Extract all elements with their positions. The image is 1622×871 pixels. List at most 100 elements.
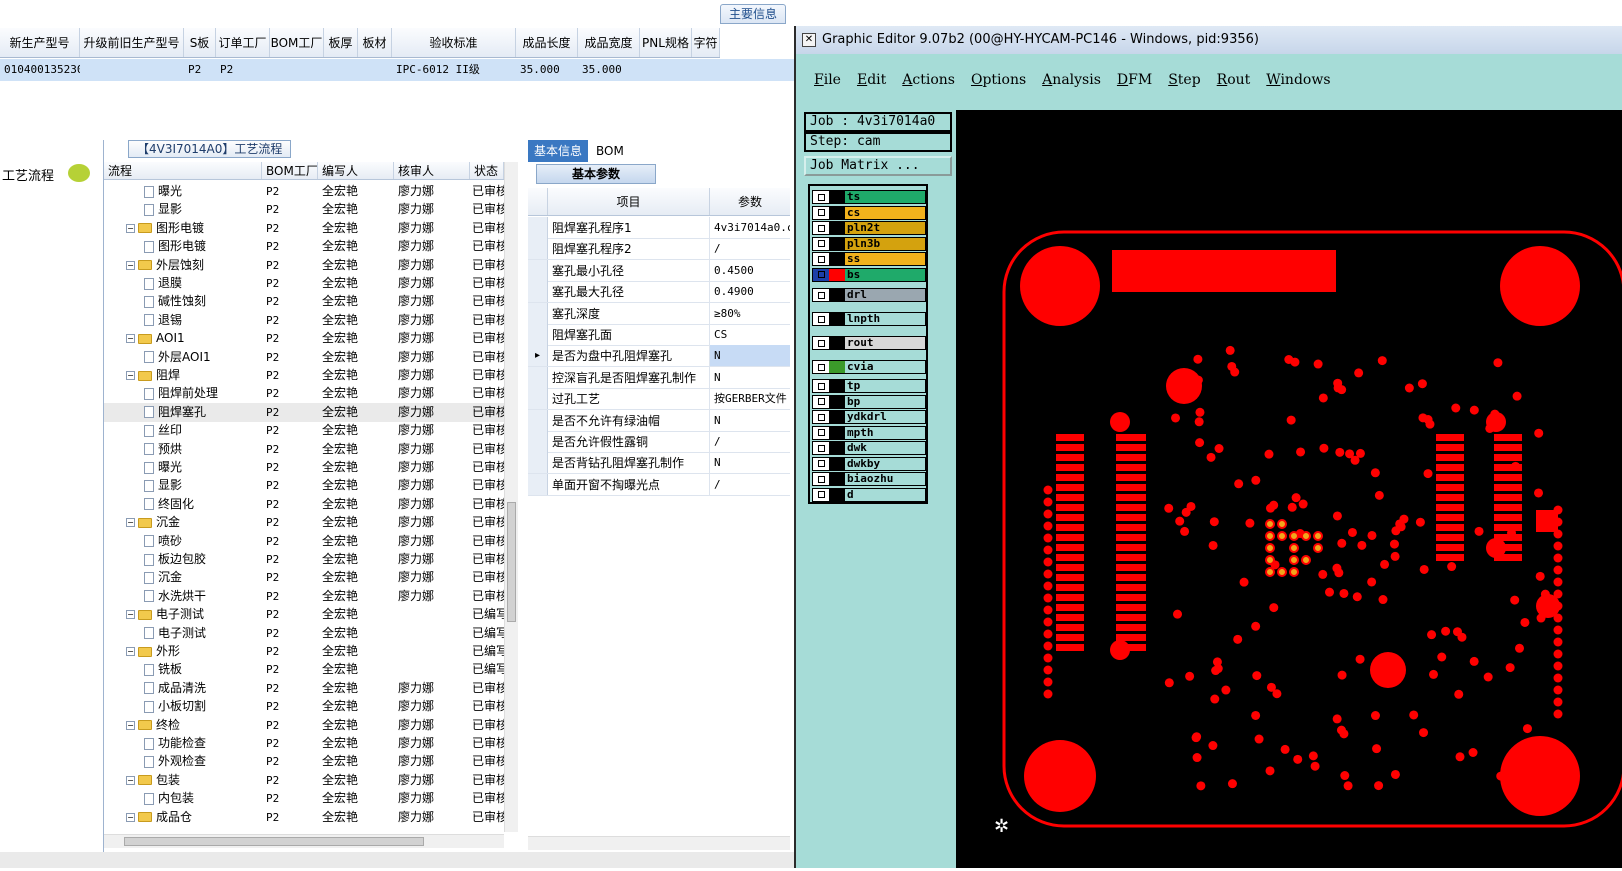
flow-step-cell[interactable]: 碱性蚀刻 (104, 292, 262, 311)
layer-color-swatch[interactable] (829, 380, 845, 392)
col-header[interactable]: 字符 (692, 28, 720, 57)
layer-color-swatch[interactable] (829, 395, 845, 408)
table-row[interactable]: 退膜 P2 全宏艳 廖力娜 已审核 (104, 274, 504, 293)
table-row[interactable]: 外层AOI1 P2 全宏艳 廖力娜 已审核 (104, 348, 504, 367)
layer-row[interactable]: cs (812, 205, 926, 220)
table-row[interactable]: 阻焊塞孔 P2 全宏艳 廖力娜 已审核 (104, 402, 504, 422)
flow-step-cell[interactable]: − 沉金 (104, 513, 262, 532)
col-header[interactable]: 升级前旧生产型号 (80, 28, 184, 57)
layer-row[interactable]: drl (812, 288, 926, 302)
table-row[interactable]: − 终检 P2 全宏艳 廖力娜 已审核 (104, 716, 504, 735)
layer-color-swatch[interactable] (829, 253, 845, 265)
table-row[interactable]: − 图形电镀 P2 全宏艳 廖力娜 已审核 (104, 219, 504, 238)
param-value[interactable]: CS (710, 324, 790, 345)
table-row[interactable]: 铣板 P2 全宏艳 已编写 (104, 660, 504, 679)
col-header[interactable]: 订单工厂 (216, 28, 270, 57)
collapse-icon[interactable]: − (126, 518, 135, 528)
collapse-icon[interactable]: − (126, 371, 135, 380)
menu-file[interactable]: File (806, 68, 849, 92)
param-row[interactable]: 是否背钻孔阻焊塞孔制作 N (528, 452, 790, 475)
layer-name[interactable]: bp (845, 395, 925, 408)
param-value[interactable]: 4v3i7014a0.c (710, 217, 790, 238)
table-cell[interactable]: P2 (184, 59, 216, 81)
comment-icon[interactable] (68, 164, 90, 182)
param-value[interactable]: / (710, 238, 790, 259)
table-row[interactable]: 电子测试 P2 全宏艳 已编写 (104, 624, 504, 643)
table-row[interactable]: 碱性蚀刻 P2 全宏艳 廖力娜 已审核 (104, 292, 504, 311)
menu-rout[interactable]: Rout (1209, 68, 1259, 92)
col-header[interactable]: BOM工厂 (270, 28, 324, 57)
layer-color-swatch[interactable] (829, 411, 845, 423)
col-header[interactable]: S板 (184, 28, 216, 57)
table-row[interactable]: 板边包胶 P2 全宏艳 廖力娜 已审核 (104, 550, 504, 569)
layer-checkbox[interactable] (813, 253, 829, 265)
table-row[interactable]: 曝光 P2 全宏艳 廖力娜 已审核 (104, 458, 504, 477)
layer-color-swatch[interactable] (829, 473, 845, 485)
flow-step-cell[interactable]: 显影 (104, 200, 262, 219)
flow-step-cell[interactable]: 阻焊塞孔 (104, 403, 262, 422)
layer-name[interactable]: dwkby (845, 457, 925, 470)
layer-name[interactable]: ts (845, 191, 925, 203)
layer-row[interactable]: pln2t (812, 221, 926, 235)
table-row[interactable]: 小板切割 P2 全宏艳 廖力娜 已审核 (104, 697, 504, 716)
flow-step-cell[interactable]: 预烘 (104, 440, 262, 459)
layer-row[interactable]: dwkby (812, 456, 926, 471)
layer-name[interactable]: ss (845, 253, 925, 265)
flow-step-cell[interactable]: 沉金 (104, 568, 262, 587)
table-row[interactable]: 退锡 P2 全宏艳 廖力娜 已审核 (104, 311, 504, 330)
layer-row[interactable]: bs (812, 267, 926, 282)
param-value[interactable]: / (710, 431, 790, 452)
param-value[interactable]: N (710, 452, 790, 473)
layer-checkbox[interactable] (813, 457, 829, 470)
flow-step-cell[interactable]: 退锡 (104, 311, 262, 330)
layer-color-swatch[interactable] (829, 268, 845, 281)
menu-actions[interactable]: Actions (894, 68, 963, 92)
param-row[interactable]: 塞孔最小孔径 0.4500 (528, 259, 790, 282)
table-row[interactable]: − 阻焊 P2 全宏艳 廖力娜 已审核 (104, 366, 504, 385)
flow-step-cell[interactable]: 功能检查 (104, 734, 262, 753)
flow-step-cell[interactable]: − 包装 (104, 771, 262, 790)
col-header[interactable]: BOM工厂 (262, 162, 318, 179)
table-row[interactable]: 预烘 P2 全宏艳 廖力娜 已审核 (104, 440, 504, 459)
table-row[interactable]: 成品清洗 P2 全宏艳 廖力娜 已审核 (104, 679, 504, 698)
flow-step-cell[interactable]: − 成品仓 (104, 808, 262, 827)
layer-checkbox[interactable] (813, 361, 829, 373)
flow-horizontal-scrollbar[interactable] (104, 834, 504, 848)
layer-row[interactable]: ydkdrl (812, 410, 926, 424)
param-row[interactable]: 是否允许假性露铜 / (528, 431, 790, 453)
table-row[interactable]: 丝印 P2 全宏艳 廖力娜 已审核 (104, 421, 504, 440)
table-cell[interactable] (692, 59, 720, 81)
param-row[interactable]: 塞孔深度 ≥80% (528, 302, 790, 325)
layer-row[interactable]: lnpth (812, 312, 926, 326)
layer-checkbox[interactable] (813, 206, 829, 219)
table-row[interactable]: 终固化 P2 全宏艳 廖力娜 已审核 (104, 495, 504, 514)
col-header[interactable]: 成品宽度 (578, 28, 640, 57)
collapse-icon[interactable]: − (126, 334, 135, 344)
table-row[interactable]: − 外形 P2 全宏艳 已编写 (104, 642, 504, 661)
menu-windows[interactable]: Windows (1258, 68, 1338, 92)
layer-checkbox[interactable] (813, 289, 829, 301)
table-row[interactable]: − 外层蚀刻 P2 全宏艳 廖力娜 已审核 (104, 256, 504, 275)
col-header[interactable]: 流程 (104, 162, 262, 179)
table-row[interactable]: 喷砂 P2 全宏艳 廖力娜 已审核 (104, 532, 504, 551)
flow-step-cell[interactable]: 小板切割 (104, 697, 262, 716)
flow-step-cell[interactable]: 终固化 (104, 495, 262, 514)
layer-row[interactable]: dwk (812, 441, 926, 455)
layer-name[interactable]: mpth (845, 426, 925, 439)
flow-step-cell[interactable]: 显影 (104, 476, 262, 495)
layer-color-swatch[interactable] (829, 337, 845, 349)
tab-bom[interactable]: BOM (590, 140, 630, 162)
layer-name[interactable]: rout (845, 337, 925, 349)
param-value[interactable]: 0.4900 (710, 281, 790, 302)
layer-row[interactable]: cvia (812, 360, 926, 374)
table-row[interactable]: − 成品仓 P2 全宏艳 廖力娜 已审核 (104, 808, 504, 827)
param-row[interactable]: 单面开窗不掏曝光点 / (528, 473, 790, 496)
col-header[interactable]: 板材 (358, 28, 392, 57)
layer-color-swatch[interactable] (829, 222, 845, 234)
layer-checkbox[interactable] (813, 380, 829, 392)
layer-name[interactable]: ydkdrl (845, 411, 925, 423)
table-cell[interactable]: 35.000 (578, 59, 640, 81)
layer-color-swatch[interactable] (829, 191, 845, 203)
scroll-thumb[interactable] (124, 837, 424, 846)
collapse-icon[interactable]: − (126, 720, 135, 730)
